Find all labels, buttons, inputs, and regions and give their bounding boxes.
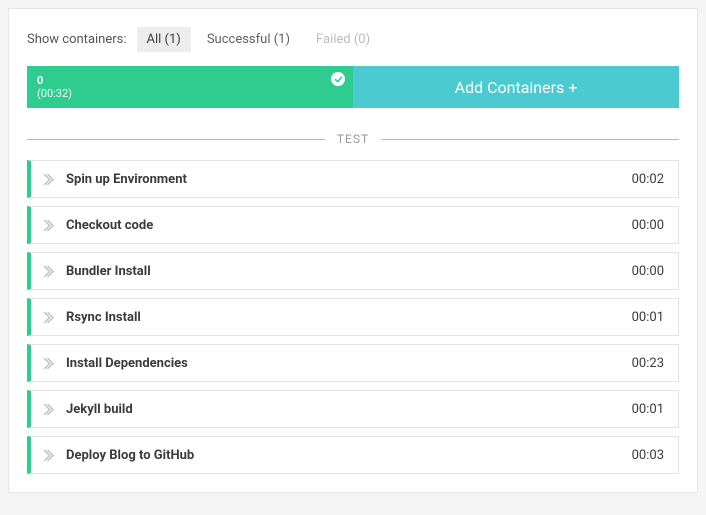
filter-row: Show containers: All (1) Successful (1) …: [27, 27, 679, 52]
add-containers-label: Add Containers +: [455, 78, 578, 97]
step-name: Deploy Blog to GitHub: [66, 448, 632, 463]
step-duration: 00:02: [632, 172, 664, 187]
chevron-right-icon: [41, 357, 54, 370]
container-index: 0: [37, 74, 343, 87]
step-name: Bundler Install: [66, 264, 632, 279]
filter-all[interactable]: All (1): [137, 27, 191, 52]
step-row[interactable]: Bundler Install00:00: [27, 252, 679, 290]
step-name: Install Dependencies: [66, 356, 632, 371]
section-label: TEST: [337, 132, 369, 146]
chevron-right-icon: [41, 311, 54, 324]
section-divider: TEST: [27, 132, 679, 146]
step-duration: 00:03: [632, 448, 664, 463]
step-duration: 00:23: [632, 356, 664, 371]
success-check-icon: [331, 72, 345, 86]
add-containers-button[interactable]: Add Containers +: [353, 66, 679, 108]
step-duration: 00:01: [632, 402, 664, 417]
step-row[interactable]: Spin up Environment00:02: [27, 160, 679, 198]
chevron-right-icon: [41, 219, 54, 232]
divider-line-right: [381, 139, 679, 140]
step-row[interactable]: Jekyll build00:01: [27, 390, 679, 428]
steps-list: Spin up Environment00:02Checkout code00:…: [27, 160, 679, 474]
chevron-right-icon: [41, 265, 54, 278]
step-row[interactable]: Checkout code00:00: [27, 206, 679, 244]
filter-failed[interactable]: Failed (0): [306, 27, 380, 52]
step-name: Spin up Environment: [66, 172, 632, 187]
step-row[interactable]: Deploy Blog to GitHub00:03: [27, 436, 679, 474]
filter-label: Show containers:: [27, 32, 127, 47]
build-panel: Show containers: All (1) Successful (1) …: [8, 8, 698, 493]
chevron-right-icon: [41, 173, 54, 186]
filter-successful[interactable]: Successful (1): [197, 27, 300, 52]
step-duration: 00:01: [632, 310, 664, 325]
container-time: (00:32): [37, 87, 343, 100]
step-duration: 00:00: [632, 218, 664, 233]
divider-line-left: [27, 139, 325, 140]
step-row[interactable]: Rsync Install00:01: [27, 298, 679, 336]
container-header: 0 (00:32) Add Containers +: [27, 66, 679, 108]
step-name: Checkout code: [66, 218, 632, 233]
chevron-right-icon: [41, 449, 54, 462]
step-row[interactable]: Install Dependencies00:23: [27, 344, 679, 382]
step-name: Jekyll build: [66, 402, 632, 417]
chevron-right-icon: [41, 403, 54, 416]
container-tab-0[interactable]: 0 (00:32): [27, 66, 353, 108]
step-name: Rsync Install: [66, 310, 632, 325]
step-duration: 00:00: [632, 264, 664, 279]
